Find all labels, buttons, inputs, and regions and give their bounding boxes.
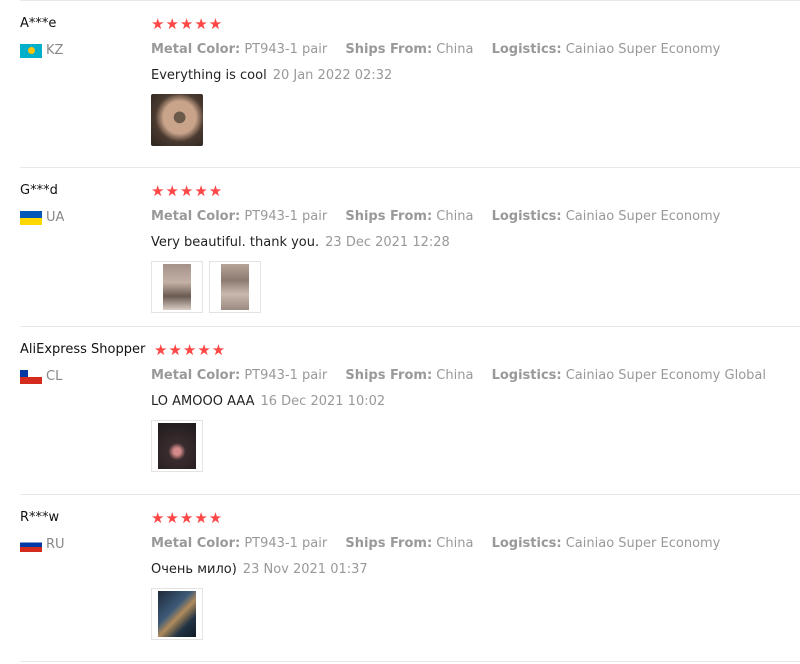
ships-from-label: Ships From:: [345, 368, 433, 383]
review-photos: [151, 261, 261, 313]
ru-flag-icon: [20, 537, 42, 552]
photo-image: [151, 94, 203, 146]
cl-flag-icon: [20, 369, 42, 384]
review-separator: [20, 661, 800, 662]
review-item: R***w RU ★★★★★ Metal Color: PT943-1 pair…: [20, 510, 800, 650]
logistics-value: Cainiao Super Economy: [565, 209, 721, 224]
review-content: LO AMOOO AAA: [151, 394, 255, 409]
logistics-label: Logistics:: [491, 209, 562, 224]
reviewer-name: G***d: [20, 183, 58, 198]
review-content: Очень мило): [151, 562, 237, 577]
rating-stars: ★★★★★: [151, 509, 224, 527]
logistics-value: Cainiao Super Economy: [565, 42, 721, 57]
country-code: KZ: [46, 43, 64, 58]
reviewer-country: KZ: [20, 43, 63, 58]
reviewer-name: A***e: [20, 16, 57, 31]
reviewer-country: RU: [20, 537, 65, 552]
review-photos: [151, 94, 203, 146]
review-separator: [20, 326, 800, 327]
review-sku-info: Metal Color: PT943-1 pair Ships From: Ch…: [151, 536, 734, 551]
review-date: 20 Jan 2022 02:32: [272, 68, 393, 83]
logistics-label: Logistics:: [491, 42, 562, 57]
review-photo-thumbnail[interactable]: [151, 94, 203, 146]
metal-color-label: Metal Color:: [151, 42, 241, 57]
metal-color-value: PT943-1 pair: [244, 368, 328, 383]
review-date: 23 Nov 2021 01:37: [242, 562, 368, 577]
review-date: 23 Dec 2021 12:28: [325, 235, 450, 250]
review-photo-thumbnail[interactable]: [151, 420, 203, 472]
country-code: RU: [46, 537, 65, 552]
review-sku-info: Metal Color: PT943-1 pair Ships From: Ch…: [151, 42, 734, 57]
review-separator: [20, 0, 800, 1]
metal-color-value: PT943-1 pair: [244, 209, 328, 224]
review-content: Very beautiful. thank you.: [151, 235, 320, 250]
review-item: A***e KZ ★★★★★ Metal Color: PT943-1 pair…: [20, 16, 800, 156]
ships-from-label: Ships From:: [345, 42, 433, 57]
photo-image: [158, 591, 196, 637]
ships-from-value: China: [436, 536, 474, 551]
review-text: LO AMOOO AAA 16 Dec 2021 10:02: [151, 394, 385, 409]
review-date: 16 Dec 2021 10:02: [260, 394, 386, 409]
reviewer-name: R***w: [20, 510, 60, 525]
ships-from-value: China: [436, 209, 474, 224]
country-code: CL: [46, 369, 63, 384]
review-photo-thumbnail[interactable]: [209, 261, 261, 313]
logistics-value: Cainiao Super Economy Global: [565, 368, 766, 383]
photo-image: [221, 264, 249, 310]
ships-from-label: Ships From:: [345, 536, 433, 551]
review-text: Everything is cool 20 Jan 2022 02:32: [151, 68, 392, 83]
metal-color-value: PT943-1 pair: [244, 536, 328, 551]
review-item: G***d UA ★★★★★ Metal Color: PT943-1 pair…: [20, 183, 800, 323]
rating-stars: ★★★★★: [154, 341, 227, 359]
ships-from-value: China: [436, 42, 474, 57]
logistics-label: Logistics:: [491, 536, 562, 551]
reviewer-name: AliExpress Shopper: [20, 342, 146, 357]
ships-from-label: Ships From:: [345, 209, 433, 224]
review-separator: [20, 167, 800, 168]
kz-flag-icon: [20, 43, 42, 58]
review-sku-info: Metal Color: PT943-1 pair Ships From: Ch…: [151, 368, 780, 383]
review-separator: [20, 494, 800, 495]
review-photos: [151, 420, 203, 472]
logistics-value: Cainiao Super Economy: [565, 536, 721, 551]
metal-color-label: Metal Color:: [151, 536, 241, 551]
metal-color-label: Metal Color:: [151, 368, 241, 383]
photo-image: [158, 423, 196, 469]
review-text: Very beautiful. thank you. 23 Dec 2021 12…: [151, 235, 450, 250]
metal-color-value: PT943-1 pair: [244, 42, 328, 57]
review-sku-info: Metal Color: PT943-1 pair Ships From: Ch…: [151, 209, 734, 224]
review-photo-thumbnail[interactable]: [151, 261, 203, 313]
reviewer-country: CL: [20, 369, 62, 384]
country-code: UA: [46, 210, 65, 225]
ships-from-value: China: [436, 368, 474, 383]
review-text: Очень мило) 23 Nov 2021 01:37: [151, 562, 368, 577]
rating-stars: ★★★★★: [151, 182, 224, 200]
review-photos: [151, 588, 203, 640]
ua-flag-icon: [20, 210, 42, 225]
reviewer-country: UA: [20, 210, 64, 225]
photo-image: [163, 264, 191, 310]
review-item: AliExpress Shopper CL ★★★★★ Metal Color:…: [20, 342, 800, 482]
rating-stars: ★★★★★: [151, 15, 224, 33]
review-content: Everything is cool: [151, 68, 267, 83]
logistics-label: Logistics:: [491, 368, 562, 383]
review-photo-thumbnail[interactable]: [151, 588, 203, 640]
metal-color-label: Metal Color:: [151, 209, 241, 224]
